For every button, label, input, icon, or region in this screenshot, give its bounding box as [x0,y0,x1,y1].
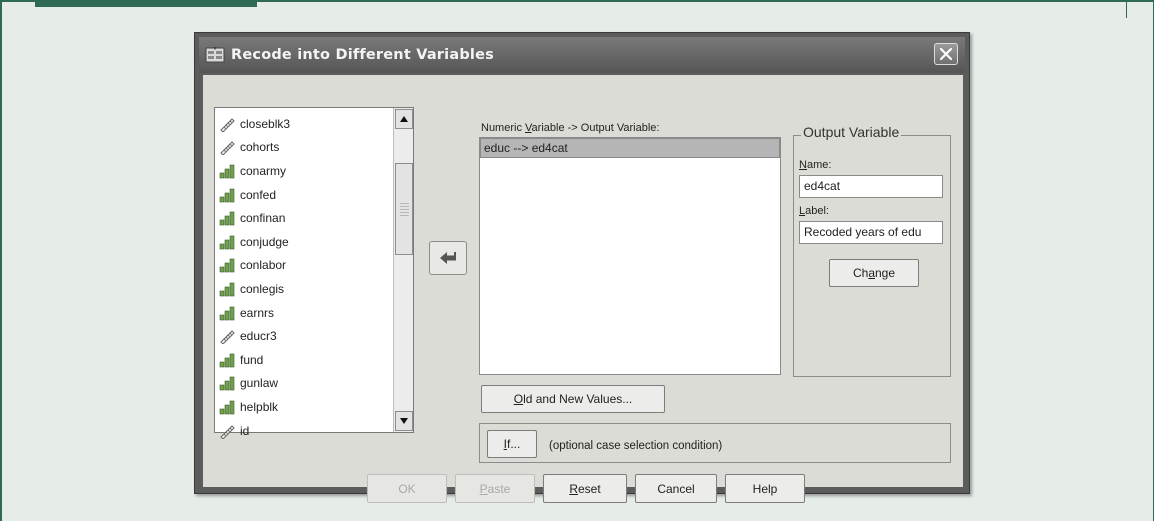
close-icon [939,47,953,61]
variable-name: confed [240,187,277,202]
variable-name: educr3 [240,329,277,344]
label-label: Label: [799,205,829,217]
list-item[interactable]: cohorts [215,136,393,160]
scroll-up-button[interactable] [395,109,413,129]
recode-dialog: Recode into Different Variables closeblk… [194,32,970,503]
output-variable-group [793,135,951,377]
list-item[interactable]: conarmy [215,159,393,183]
list-item[interactable]: educr3 [215,324,393,348]
variable-name: gunlaw [240,376,279,391]
close-button[interactable] [934,43,958,65]
list-item[interactable]: id [215,419,393,443]
help-button[interactable]: Help [725,474,805,503]
bar-chart-icon [219,305,235,321]
bar-chart-icon [219,210,235,226]
variable-name: id [240,423,250,438]
list-item[interactable]: earnrs [215,301,393,325]
scroll-thumb[interactable] [395,163,413,255]
name-field[interactable]: ed4cat [799,175,943,198]
reset-button[interactable]: Reset [543,474,627,503]
list-item[interactable]: conjudge [215,230,393,254]
bar-chart-icon [219,375,235,391]
if-button[interactable]: If... [487,430,537,458]
change-button[interactable]: Ch a nge [829,259,919,287]
ruler-icon [219,139,235,157]
ruler-icon [219,328,235,345]
paste-button[interactable]: Paste [455,474,535,503]
old-new-values-button[interactable]: Old and New Values... [481,385,665,413]
variable-name: helpblk [240,399,279,414]
list-item[interactable]: conlabor [215,254,393,278]
bar-chart-icon [219,187,235,203]
list-item[interactable]: conlegis [215,277,393,301]
variable-name: conjudge [240,234,289,249]
bar-chart-icon [219,399,235,415]
dialog-title: Recode into Different Variables [231,47,494,63]
name-label: Name: [799,159,832,171]
variable-name: conarmy [240,163,287,178]
list-item[interactable]: confinan [215,206,393,230]
header-divider [1126,0,1154,18]
label-field[interactable]: Recoded years of edu [799,221,943,244]
mapping-label: Numeric Variable -> Output Variable: [481,122,660,134]
grip-icon [400,202,409,216]
mapping-list[interactable]: educ --> ed4cat [479,137,781,375]
variable-name: conlabor [240,258,287,273]
list-item[interactable]: closeblk3 [215,112,393,136]
cancel-button[interactable]: Cancel [635,474,717,503]
variable-list-scrollbar[interactable] [393,108,413,432]
condition-caption: (optional case selection condition) [549,440,723,452]
source-variable-list[interactable]: closeblk3 cohorts conarmy confed confinan con… [214,107,414,440]
variable-name: earnrs [240,305,275,320]
move-variable-button[interactable] [429,241,467,275]
arrow-left-icon [440,252,456,264]
title-bar[interactable]: Recode into Different Variables [199,37,965,73]
bar-chart-icon [219,163,235,179]
variable-name: conlegis [240,281,285,296]
header-accent-bar [35,0,257,7]
ruler-icon [219,116,235,133]
bar-chart-icon [219,234,235,250]
triangle-up-icon [400,116,408,122]
bar-chart-icon [219,257,235,273]
variable-name: confinan [240,211,286,226]
ok-button[interactable]: OK [367,474,447,503]
bar-chart-icon [219,281,235,297]
variable-name: closeblk3 [240,116,291,131]
list-item[interactable]: gunlaw [215,372,393,396]
variable-name: cohorts [240,140,280,155]
ruler-icon [219,423,235,440]
triangle-down-icon [400,418,408,424]
output-variable-title: Output Variable [801,124,902,140]
list-item[interactable]: helpblk [215,395,393,419]
list-item[interactable]: confed [215,183,393,207]
variable-name: fund [240,352,264,367]
recode-app-icon [205,46,225,64]
variable-items: closeblk3 cohorts conarmy confed confinan con… [215,112,393,442]
list-item[interactable]: fund [215,348,393,372]
scroll-down-button[interactable] [395,411,413,431]
bar-chart-icon [219,352,235,368]
dialog-body: closeblk3 cohorts conarmy confed confinan con… [203,75,963,503]
mapping-row[interactable]: educ --> ed4cat [480,138,780,158]
